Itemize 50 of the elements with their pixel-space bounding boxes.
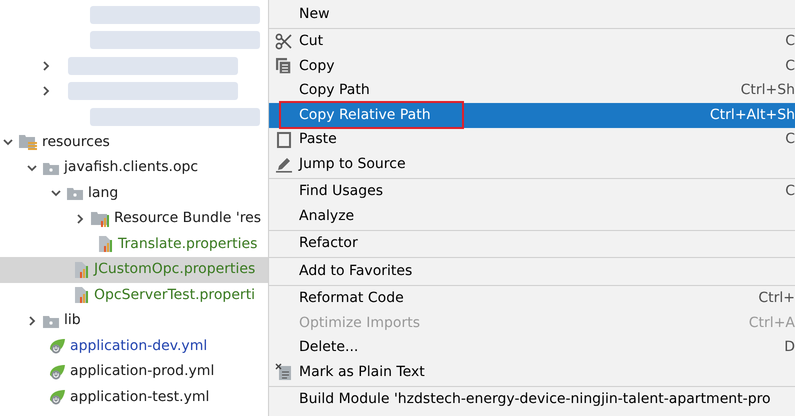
menu-item[interactable]: Build Module 'hzdstech-energy-device-ningjin-talent-apartment-pro xyxy=(269,388,795,412)
menu-item[interactable]: Delete... D xyxy=(269,336,795,360)
tree-item-label[interactable]: lib xyxy=(64,310,81,332)
menu-item[interactable]: Cut C xyxy=(269,30,795,54)
copy-icon xyxy=(275,57,293,76)
tree-item-label[interactable]: application-prod.yml xyxy=(70,361,214,382)
tree-item-label[interactable]: OpcServerTest.properti xyxy=(94,284,256,306)
shortcut-label: C xyxy=(785,182,795,202)
shortcut-label: C xyxy=(785,32,795,52)
properties-file-icon xyxy=(96,235,114,254)
menu-item[interactable]: Reformat Code Ctrl+ xyxy=(269,286,795,311)
menu-item[interactable]: Copy Relative Path Ctrl+Alt+Sh xyxy=(269,103,795,128)
tree-item-label[interactable]: JCustomOpc.properties xyxy=(94,259,256,280)
shortcut-label: Ctrl+Sh xyxy=(740,81,795,100)
tree-item-label[interactable]: resources xyxy=(42,132,110,153)
tree-item-label[interactable]: lang xyxy=(88,182,118,204)
scissors-icon xyxy=(275,32,293,51)
menu-item[interactable]: Copy Path Ctrl+Sh xyxy=(269,78,795,103)
tree-item-label[interactable]: Translate.properties xyxy=(118,234,258,255)
shortcut-label: C xyxy=(785,56,795,76)
folder-icon xyxy=(66,185,84,202)
shortcut-label: C xyxy=(785,130,795,150)
tree-item-label[interactable]: javafish.clients.opc xyxy=(64,157,198,178)
shortcut-label: D xyxy=(784,338,795,358)
properties-file-icon xyxy=(72,286,90,304)
menu-item[interactable]: New xyxy=(269,2,795,26)
menu-item[interactable]: Add to Favorites xyxy=(269,259,795,284)
menu-item[interactable]: Find Usages C xyxy=(269,180,795,204)
shortcut-label: Ctrl+A xyxy=(748,314,795,333)
menu-item[interactable]: Paste C xyxy=(269,128,795,152)
tree-item-label[interactable]: application-test.yml xyxy=(70,386,210,408)
menu-item[interactable]: Jump to Source xyxy=(269,152,795,176)
shortcut-label: Ctrl+Alt+Sh xyxy=(710,106,795,125)
pencil-icon xyxy=(275,155,293,174)
spring-file-icon xyxy=(48,388,66,406)
menu-item[interactable]: Refactor xyxy=(269,232,795,256)
square-icon xyxy=(275,130,293,149)
tree-item-label[interactable]: Resource Bundle 'res xyxy=(114,208,262,230)
selected-tree-row[interactable]: JCustomOpc.properties xyxy=(0,257,268,282)
bundle-folder-icon xyxy=(90,210,110,228)
spring-file-icon xyxy=(48,362,66,381)
text-file-icon xyxy=(275,363,293,382)
properties-file-icon xyxy=(72,260,90,279)
spring-file-icon xyxy=(48,337,66,356)
menu-item[interactable]: Copy C xyxy=(269,54,795,78)
menu-item[interactable]: Analyze xyxy=(269,204,795,228)
shortcut-label: Ctrl+ xyxy=(758,289,795,308)
resource-folder-icon xyxy=(18,133,38,152)
tree-item-label[interactable]: application-dev.yml xyxy=(70,336,208,357)
menu-item[interactable]: Mark as Plain Text xyxy=(269,360,795,384)
